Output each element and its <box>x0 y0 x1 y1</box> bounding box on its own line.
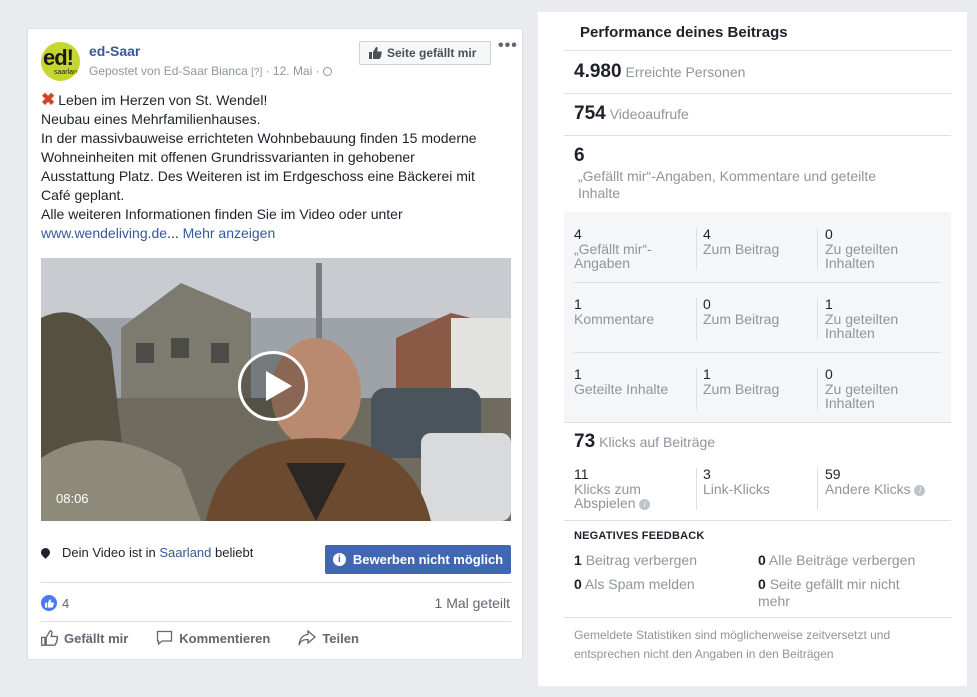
engagement-breakdown: 4 „Gefällt mir“-Angaben 4 Zum Beitrag 0 Zu … <box>564 212 951 422</box>
boost-button[interactable]: i Bewerben nicht möglich <box>325 545 511 574</box>
like-page-label: Seite gefällt mir <box>387 46 477 60</box>
negative-feedback-heading: NEGATIVES FEEDBACK <box>574 530 705 542</box>
shares-total: 1 Geteilte Inhalte <box>574 366 669 397</box>
reaction-count: 4 <box>62 595 70 611</box>
spam-stat: 0 Als Spam melden <box>574 576 695 592</box>
post-line: Wohneinheiten mit offenen Grundrissvaria… <box>41 149 415 165</box>
likes-on-shares: 0 Zu geteilten Inhalten <box>825 226 899 271</box>
post-line: Ausstattung Platz. Des Weiteren ist im E… <box>41 168 475 184</box>
post-card: ed! saarland ed-Saar Gepostet von Ed-Saa… <box>27 28 523 660</box>
share-arrow-icon <box>298 630 317 646</box>
info-icon[interactable]: i <box>639 499 651 510</box>
hide-post-stat: 1 Beitrag verbergen <box>574 552 697 568</box>
like-reaction-icon <box>41 595 57 611</box>
cross-mark-icon: ✖ <box>41 90 56 109</box>
shares-on-post: 1 Zum Beitrag <box>703 366 780 397</box>
post-date[interactable]: 12. Mai <box>273 64 312 78</box>
video-duration: 08:06 <box>56 491 89 506</box>
share-button[interactable]: Teilen <box>298 630 359 646</box>
help-marker[interactable]: [?] <box>251 67 262 78</box>
thumbs-up-outline-icon <box>41 630 58 646</box>
like-page-button[interactable]: Seite gefällt mir <box>359 41 491 65</box>
divider <box>564 93 951 94</box>
thumbs-up-icon <box>369 47 382 59</box>
post-line: Café geplant. <box>41 187 125 203</box>
video-player[interactable]: 08:06 <box>41 258 511 521</box>
clicks-stat: 73 Klicks auf Beiträge <box>574 431 716 452</box>
share-count-link[interactable]: 1 Mal geteilt <box>435 595 510 611</box>
region-link[interactable]: Saarland <box>159 545 211 560</box>
location-pin-icon <box>39 546 52 559</box>
comment-icon <box>157 630 173 646</box>
play-clicks: 11 Klicks zum Abspielen i <box>574 467 684 510</box>
engagement-label: „Gefällt mir“-Angaben, Kommentare und ge… <box>578 168 877 201</box>
info-icon: i <box>332 553 346 566</box>
more-options-icon[interactable]: ••• <box>498 37 518 55</box>
posted-by: Gepostet von Ed-Saar Bianca <box>89 64 248 78</box>
boost-label: Bewerben nicht möglich <box>352 552 504 567</box>
comments-on-post: 0 Zum Beitrag <box>703 296 780 327</box>
hide-all-stat: 0 Alle Beiträge verbergen <box>758 552 916 568</box>
unlike-page-stat: 0 Seite gefällt mir nicht mehr <box>758 576 900 609</box>
comments-on-shares: 1 Zu geteilten Inhalten <box>825 296 899 341</box>
other-clicks: 59 Andere Klicks i <box>825 467 950 496</box>
comments-total: 1 Kommentare <box>574 296 655 327</box>
shares-on-shares: 0 Zu geteilten Inhalten <box>825 366 899 411</box>
page-avatar[interactable]: ed! saarland <box>41 42 80 81</box>
post-line: In der massivbauweise errichteten Wohnbe… <box>41 130 477 146</box>
footnote: Gemeldete Statistiken sind möglicherweis… <box>574 628 891 661</box>
website-link[interactable]: www.wendeliving.de <box>41 225 167 241</box>
comment-button[interactable]: Kommentieren <box>156 630 270 646</box>
divider <box>564 135 951 136</box>
reactions-summary[interactable]: 4 <box>41 595 69 611</box>
like-button[interactable]: Gefällt mir <box>41 630 128 646</box>
divider <box>564 422 951 423</box>
post-text: ✖ Leben im Herzen von St. Wendel! Neubau … <box>41 90 511 243</box>
panel-title: Performance deines Beitrags <box>580 24 788 41</box>
post-meta: Gepostet von Ed-Saar Bianca [?] · 12. Ma… <box>89 64 332 78</box>
insights-panel: Performance deines Beitrags 4.980 Erreich… <box>538 12 967 686</box>
post-headline: Leben im Herzen von St. Wendel! <box>58 92 268 108</box>
play-button[interactable] <box>238 351 308 421</box>
post-line: Neubau eines Mehrfamilienhauses. <box>41 111 261 127</box>
logo-text: ed! <box>43 45 74 70</box>
logo-subtext: saarland <box>54 69 80 76</box>
see-more-link[interactable]: Mehr anzeigen <box>183 225 276 241</box>
views-stat: 754 Videoaufrufe <box>574 103 689 124</box>
divider <box>564 617 951 618</box>
divider <box>564 50 951 51</box>
info-icon[interactable]: i <box>914 485 926 496</box>
likes-total: 4 „Gefällt mir“-Angaben <box>574 226 652 271</box>
reach-stat: 4.980 Erreichte Personen <box>574 61 746 82</box>
link-clicks: 3 Link-Klicks <box>703 466 770 497</box>
divider <box>41 621 511 622</box>
page-name-link[interactable]: ed-Saar <box>89 43 140 59</box>
engagement-stat: 6 <box>574 145 585 166</box>
post-actions: Gefällt mir Kommentieren Teilen <box>41 630 359 646</box>
post-line: Alle weiteren Informationen finden Sie i… <box>41 206 403 222</box>
likes-on-post: 4 Zum Beitrag <box>703 226 780 257</box>
globe-icon <box>322 67 332 76</box>
popularity-note: Dein Video ist in Saarland beliebt <box>39 545 253 560</box>
divider <box>564 520 951 521</box>
divider <box>41 582 511 583</box>
